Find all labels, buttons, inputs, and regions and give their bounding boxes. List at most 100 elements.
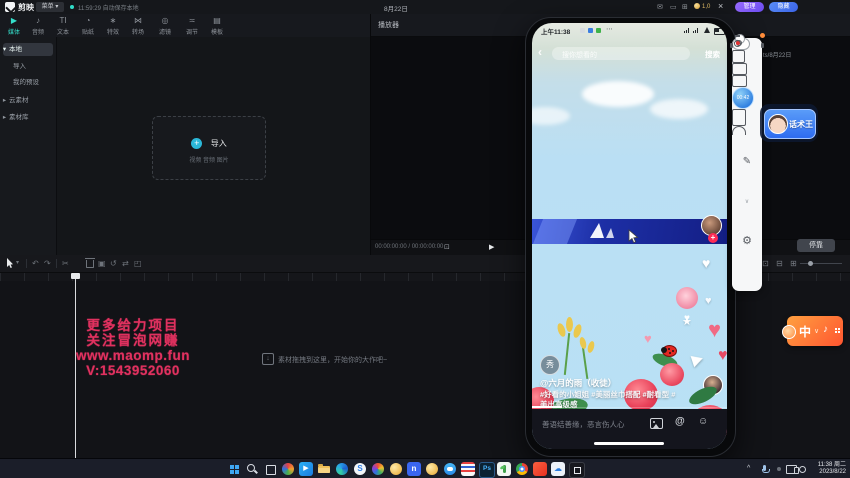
fullscreen-icon[interactable]: ⊡ (444, 243, 450, 251)
settings-gear-icon[interactable]: ⚙ (732, 234, 762, 247)
phone-mirror-window[interactable]: 上午11:38 ⋯ ‹ 搜你想看的 搜索 (525, 17, 736, 457)
edge-browser-icon[interactable] (335, 462, 349, 476)
menu-button[interactable]: 菜单 ▾ (36, 2, 64, 12)
assistant-widget[interactable]: 话术王 (760, 104, 818, 142)
author-username[interactable]: @六月的雨（收徒） (540, 377, 616, 389)
back-icon[interactable]: ‹ (538, 45, 542, 59)
sidebar-item-local[interactable]: ▾本地 (0, 43, 56, 56)
search-button[interactable]: 搜索 (705, 49, 720, 60)
link-icon[interactable]: ⊟ (776, 259, 783, 268)
tab-filter[interactable]: ◎滤镜 (153, 16, 177, 36)
video-app-icon[interactable]: ▶ (299, 462, 313, 476)
cast-display-icon[interactable] (786, 465, 797, 474)
app-red-icon[interactable] (533, 462, 547, 476)
play-button[interactable]: ▶ (489, 243, 494, 251)
phone-screen[interactable]: 上午11:38 ⋯ ‹ 搜你想看的 搜索 (532, 23, 727, 449)
tab-template[interactable]: ▤模板 (205, 16, 229, 36)
tab-sticker[interactable]: ◔贴纸 (76, 16, 100, 36)
follow-button[interactable]: + (708, 233, 718, 243)
timeline-zoom-slider[interactable] (800, 263, 842, 264)
assistant-pill[interactable]: 话术王 (764, 109, 816, 139)
mirror-hide-button[interactable]: 隐藏 (769, 2, 798, 12)
file-explorer-icon[interactable] (317, 462, 331, 476)
task-view-button[interactable] (263, 462, 277, 476)
image-icon[interactable] (650, 418, 663, 429)
annotate-pen-icon[interactable]: ✎ (732, 156, 762, 167)
start-button[interactable] (227, 462, 241, 476)
tab-transition[interactable]: ⋈转场 (126, 16, 150, 36)
import-dropzone[interactable]: + 导入 视频 音频 图片 (152, 116, 266, 180)
message-icon[interactable]: ✉ (657, 3, 663, 11)
tab-adjust[interactable]: ≍调节 (180, 16, 204, 36)
delete-icon[interactable] (86, 260, 94, 268)
close-button[interactable]: × (718, 1, 723, 11)
display-icon[interactable]: ▭ (670, 3, 677, 11)
app-hive-icon[interactable] (281, 462, 295, 476)
layout-grid-icon[interactable]: ⊞ (682, 3, 688, 11)
effects-icon: ∗ (101, 16, 125, 26)
music-note-icon[interactable]: ♪ (823, 324, 828, 335)
cursor-dropdown-icon[interactable]: ▾ (16, 259, 19, 268)
search-input[interactable]: 搜你想看的 (552, 47, 690, 60)
tab-media[interactable]: ▶媒体 (2, 16, 26, 36)
mention-icon[interactable]: @ (675, 416, 685, 427)
draft-path-text: ts/8月22日 (763, 50, 791, 59)
app-green-icon[interactable] (497, 462, 511, 476)
headset-support-icon[interactable] (732, 126, 746, 135)
chat-app-icon[interactable] (443, 462, 457, 476)
ime-language-mode[interactable]: 中 (799, 323, 811, 340)
split-icon[interactable]: ✂ (62, 259, 69, 268)
timer-bubble[interactable]: 00:42 (732, 87, 754, 109)
tray-settings-icon[interactable] (799, 466, 806, 473)
sidebar-item-library[interactable]: ▸素材库 (0, 111, 56, 124)
mirror-icon[interactable]: ⇄ (122, 259, 129, 268)
tray-chevron-icon[interactable]: ^ (747, 465, 750, 472)
freeze-frame-icon[interactable]: ▣ (98, 259, 106, 268)
cloud-drive-icon[interactable]: ☁ (551, 462, 565, 476)
sidebar-item-cloud[interactable]: ▸云素材 (0, 94, 56, 107)
crop-icon[interactable]: ◰ (134, 259, 142, 268)
share-icon[interactable] (691, 351, 711, 368)
app-dark-icon[interactable] (569, 462, 585, 478)
app-n-icon[interactable]: n (407, 462, 421, 476)
tray-status-dot[interactable] (777, 467, 781, 471)
watermark-contact: V:1543952060 (18, 363, 248, 378)
undo-icon[interactable]: ↶ (32, 259, 39, 268)
app-gold-icon-1[interactable] (389, 462, 403, 476)
mirror-dock-button[interactable]: 停靠 (797, 239, 835, 252)
taskbar-search[interactable] (245, 462, 259, 476)
tab-audio[interactable]: ♪音频 (26, 16, 50, 36)
like-icon[interactable]: ♥ (702, 255, 710, 271)
pink-heart-flower: ♥ (718, 347, 727, 365)
reverse-icon[interactable]: ↺ (110, 259, 117, 268)
tab-effects[interactable]: ∗特效 (101, 16, 125, 36)
select-cursor-icon[interactable] (6, 258, 14, 269)
ime-toolbar[interactable]: 中 ∨ ♪ (787, 316, 843, 346)
screenshot-icon[interactable] (732, 63, 747, 75)
autosave-dot-icon (70, 5, 74, 9)
emoji-icon[interactable]: ☺ (698, 416, 708, 427)
app-gold-icon-2[interactable] (425, 462, 439, 476)
chevron-right-icon: ▸ (0, 94, 9, 107)
mirror-manage-button[interactable]: 管理 (735, 2, 764, 12)
ime-grid-icon[interactable] (835, 328, 837, 330)
taskbar-clock[interactable]: 11:38 周二 2023/8/22 (808, 462, 846, 476)
chrome-icon[interactable] (515, 462, 529, 476)
comment-input[interactable]: 善语结善缘，恶言伤人心 (542, 419, 625, 430)
points-badge[interactable]: 1,0 (694, 3, 710, 12)
photoshop-icon[interactable]: Ps (479, 462, 495, 478)
device-icon[interactable] (732, 109, 746, 126)
tab-text[interactable]: TI文本 (51, 16, 75, 36)
fullscreen-icon[interactable] (732, 50, 745, 63)
app-rainbow-icon[interactable] (371, 462, 385, 476)
playhead-handle[interactable] (71, 273, 80, 279)
ime-handle[interactable] (782, 325, 796, 339)
app-stripes-icon[interactable] (461, 462, 475, 476)
text-icon: TI (51, 16, 75, 26)
redo-icon[interactable]: ↷ (44, 259, 51, 268)
screen-record-icon[interactable] (732, 75, 747, 87)
microphone-tray-icon[interactable] (763, 465, 766, 471)
preview-axis-icon[interactable]: ⊞ (790, 259, 797, 268)
snap-icon[interactable]: ⊡ (762, 259, 769, 268)
app-swirl-icon[interactable]: S (353, 462, 367, 476)
